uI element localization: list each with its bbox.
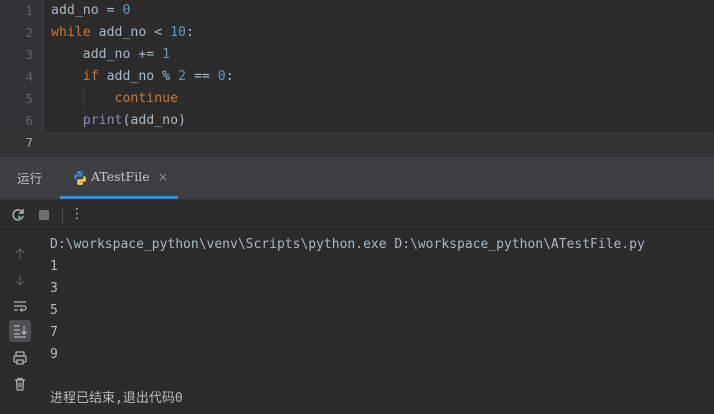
code-text: print(add_no) <box>51 110 186 132</box>
code-token: 1 <box>162 47 171 62</box>
code-token: 0 <box>122 3 131 18</box>
code-token: add_no += <box>51 47 163 62</box>
toolbar-separator <box>62 208 63 224</box>
code-line[interactable]: 7 <box>0 132 714 154</box>
run-toolbar: ⋮ <box>0 200 714 232</box>
down-arrow-icon[interactable] <box>12 272 28 288</box>
console-output-line: 3 <box>50 281 58 296</box>
code-token: : <box>225 69 234 84</box>
console-side-toolbar <box>0 232 38 414</box>
line-number: 2 <box>25 25 33 40</box>
code-token: add_no <box>51 3 99 18</box>
line-number: 1 <box>25 3 33 18</box>
code-token: 2 <box>178 69 187 84</box>
line-number: 4 <box>25 69 33 84</box>
code-line[interactable]: 5 continue <box>0 88 714 110</box>
code-line[interactable]: 1 add_no = 0 <box>0 0 714 22</box>
up-arrow-icon[interactable] <box>12 246 28 262</box>
code-token: 10 <box>170 25 186 40</box>
active-tab-indicator <box>60 196 178 199</box>
code-text: add_no = 0 <box>51 0 130 22</box>
code-token: 0 <box>217 69 226 84</box>
line-number: 7 <box>25 135 33 150</box>
scroll-to-end-icon[interactable] <box>12 323 28 339</box>
more-options-icon[interactable]: ⋮ <box>70 206 84 222</box>
code-token: == <box>186 69 218 84</box>
console-exit-message: 进程已结束,退出代码0 <box>50 391 183 406</box>
trash-icon[interactable] <box>12 376 28 392</box>
code-text: add_no += 1 <box>51 44 170 66</box>
code-text: if add_no % 2 == 0: <box>51 66 234 88</box>
code-token: add_no % <box>98 69 179 84</box>
line-number: 5 <box>25 91 33 106</box>
run-tool-window-title: 运行 <box>17 171 43 186</box>
tab-close-icon[interactable]: × <box>158 170 168 184</box>
code-token: print <box>82 113 123 128</box>
tab-label: ATestFile <box>91 169 150 184</box>
tab-atestfile[interactable]: ATestFile × <box>60 158 178 200</box>
rerun-icon[interactable] <box>10 207 26 223</box>
code-token: = <box>98 3 123 18</box>
code-token: : <box>186 25 194 40</box>
code-editor[interactable]: 1 add_no = 0 2 while add_no < 10: 3 add_no +… <box>0 0 714 154</box>
console-output-line: 5 <box>50 303 58 318</box>
code-line[interactable]: 3 add_no += 1 <box>0 44 714 66</box>
code-text: while add_no < 10: <box>51 22 194 44</box>
code-token: while <box>51 25 91 40</box>
python-icon <box>74 171 86 185</box>
run-tool-window-header: 运行 ATestFile × <box>0 158 714 200</box>
console-output-line: 7 <box>50 325 58 340</box>
code-text: continue <box>51 88 179 110</box>
code-token: add_no < <box>90 25 171 40</box>
code-line[interactable]: 4 if add_no % 2 == 0: <box>0 66 714 88</box>
code-token: if <box>82 69 99 84</box>
soft-wrap-icon[interactable] <box>12 298 28 314</box>
line-number: 3 <box>25 47 33 62</box>
code-token: (add_no) <box>122 113 186 128</box>
console-output-line: 1 <box>50 259 58 274</box>
line-number: 6 <box>25 113 33 128</box>
print-icon[interactable] <box>12 350 28 366</box>
code-line[interactable]: 6 print(add_no) <box>0 110 714 132</box>
code-token: continue <box>114 91 179 106</box>
code-line[interactable]: 2 while add_no < 10: <box>0 22 714 44</box>
console-output-line: 9 <box>50 347 58 362</box>
stop-icon[interactable] <box>36 207 52 223</box>
console-command-line: D:\workspace_python\venv\Scripts\python.… <box>50 237 645 252</box>
